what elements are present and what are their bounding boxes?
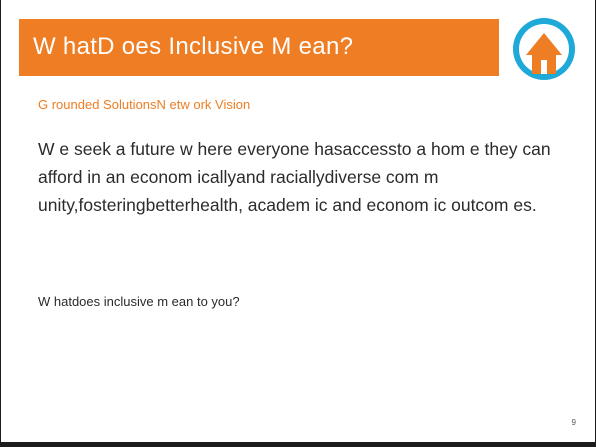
title-bar: W hatD oes Inclusive M ean? <box>19 19 499 76</box>
slide-title: W hatD oes Inclusive M ean? <box>33 33 354 60</box>
house-logo-graphic <box>513 18 575 80</box>
house-logo-icon <box>510 14 578 84</box>
page-number: 9 <box>571 418 576 427</box>
vision-statement: W e seek a future w here everyone hasacc… <box>38 139 551 215</box>
slide: W hatD oes Inclusive M ean? G rounded So… <box>0 0 596 447</box>
vision-subtitle: G rounded SolutionsN etw ork Vision <box>38 97 251 112</box>
discussion-question: W hatdoes inclusive m ean to you? <box>38 294 240 309</box>
